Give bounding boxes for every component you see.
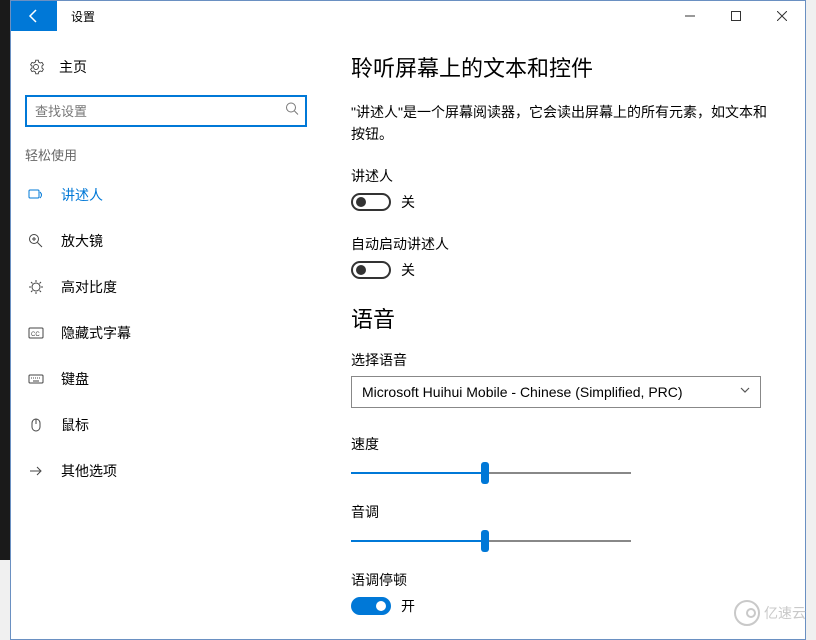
- narrator-icon: [25, 187, 47, 203]
- maximize-button[interactable]: [713, 1, 759, 31]
- nav-label: 键盘: [47, 369, 89, 389]
- contrast-icon: [25, 279, 47, 295]
- maximize-icon: [731, 11, 741, 21]
- settings-window: 设置 主页 轻松使用: [10, 0, 806, 640]
- close-icon: [777, 11, 787, 21]
- minimize-button[interactable]: [667, 1, 713, 31]
- chevron-down-icon: [739, 383, 751, 401]
- gear-icon: [25, 59, 47, 75]
- voice-select-label: 选择语音: [351, 350, 775, 370]
- page-description: "讲述人"是一个屏幕阅读器，它会读出屏幕上的所有元素，如文本和按钮。: [351, 101, 775, 146]
- nav-label: 讲述人: [47, 185, 103, 205]
- nav-label: 其他选项: [47, 461, 117, 481]
- nav-item-mouse[interactable]: 鼠标: [11, 402, 321, 448]
- nav-item-other[interactable]: 其他选项: [11, 448, 321, 494]
- pause-toggle[interactable]: [351, 597, 391, 615]
- content-pane: 聆听屏幕上的文本和控件 "讲述人"是一个屏幕阅读器，它会读出屏幕上的所有元素，如…: [321, 31, 805, 639]
- narrator-toggle-label: 讲述人: [351, 166, 775, 186]
- home-label: 主页: [47, 57, 87, 77]
- magnifier-icon: [25, 233, 47, 249]
- narrator-toggle[interactable]: [351, 193, 391, 211]
- titlebar: 设置: [11, 1, 805, 31]
- voice-heading: 语音: [351, 302, 775, 334]
- autostart-toggle[interactable]: [351, 261, 391, 279]
- nav-item-keyboard[interactable]: 键盘: [11, 356, 321, 402]
- search-box[interactable]: [25, 95, 307, 127]
- narrator-toggle-state: 关: [391, 192, 415, 212]
- back-button[interactable]: [11, 1, 57, 31]
- nav-label: 鼠标: [47, 415, 89, 435]
- pitch-label: 音调: [351, 502, 775, 522]
- autostart-toggle-state: 关: [391, 260, 415, 280]
- page-heading: 聆听屏幕上的文本和控件: [351, 51, 775, 83]
- keyboard-icon: [25, 371, 47, 387]
- close-button[interactable]: [759, 1, 805, 31]
- nav-label: 放大镜: [47, 231, 103, 251]
- arrow-left-icon: [26, 8, 42, 24]
- pitch-slider[interactable]: [351, 540, 631, 542]
- pause-toggle-state: 开: [391, 596, 415, 616]
- nav-item-magnifier[interactable]: 放大镜: [11, 218, 321, 264]
- speed-label: 速度: [351, 434, 775, 454]
- slider-thumb[interactable]: [481, 530, 489, 552]
- svg-text:CC: CC: [31, 332, 40, 338]
- sidebar: 主页 轻松使用 讲述人: [11, 31, 321, 639]
- window-title: 设置: [57, 1, 95, 31]
- home-button[interactable]: 主页: [11, 51, 321, 83]
- nav-list: 讲述人 放大镜 高对比度 CC: [11, 172, 321, 494]
- search-input[interactable]: [25, 95, 307, 127]
- nav-item-cc[interactable]: CC 隐藏式字幕: [11, 310, 321, 356]
- slider-thumb[interactable]: [481, 462, 489, 484]
- nav-label: 隐藏式字幕: [47, 323, 131, 343]
- autostart-toggle-label: 自动启动讲述人: [351, 234, 775, 254]
- minimize-icon: [685, 11, 695, 21]
- mouse-icon: [25, 417, 47, 433]
- search-icon: [285, 102, 299, 121]
- arrow-icon: [25, 463, 47, 479]
- pause-toggle-label: 语调停顿: [351, 570, 775, 590]
- cc-icon: CC: [25, 325, 47, 341]
- speed-slider[interactable]: [351, 472, 631, 474]
- voice-select[interactable]: Microsoft Huihui Mobile - Chinese (Simpl…: [351, 376, 761, 408]
- nav-item-contrast[interactable]: 高对比度: [11, 264, 321, 310]
- voice-select-value: Microsoft Huihui Mobile - Chinese (Simpl…: [351, 376, 761, 408]
- nav-item-narrator[interactable]: 讲述人: [11, 172, 321, 218]
- editor-gutter-strip: [0, 0, 10, 560]
- nav-label: 高对比度: [47, 277, 117, 297]
- nav-category: 轻松使用: [11, 145, 321, 172]
